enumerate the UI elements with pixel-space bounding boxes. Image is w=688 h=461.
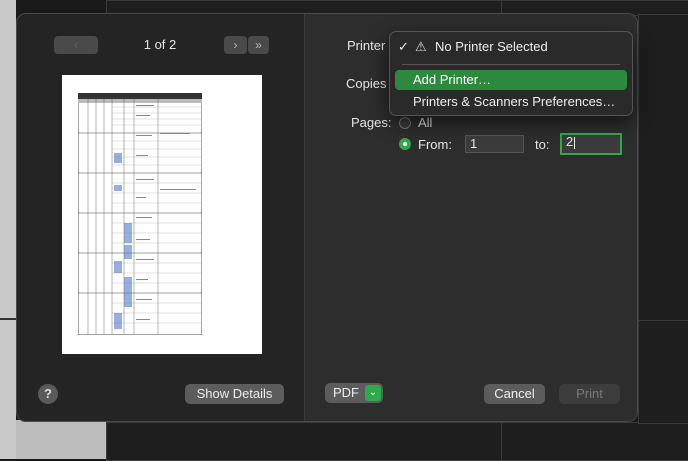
background-window — [501, 422, 688, 461]
page-to-input[interactable]: 2 — [560, 133, 622, 155]
menu-item-printers-preferences[interactable]: Printers & Scanners Preferences… — [395, 92, 627, 112]
background-window — [106, 422, 503, 461]
preview-pane: ‹ 1 of 2 › » ? Show Details — [17, 14, 305, 421]
printer-label: Printer — [347, 38, 386, 53]
page-indicator: 1 of 2 — [143, 37, 177, 52]
page-from-input[interactable]: 1 — [465, 135, 524, 153]
desktop-background-block — [16, 420, 106, 459]
page-preview — [62, 75, 262, 354]
last-page-button[interactable]: » — [248, 36, 269, 54]
desktop-divider — [0, 318, 16, 320]
menu-item-label: Add Printer… — [413, 72, 492, 87]
help-button[interactable]: ? — [38, 384, 58, 404]
pages-from-label: From: — [418, 137, 452, 152]
checkmark-icon: ✓ — [398, 39, 409, 54]
show-details-button[interactable]: Show Details — [185, 384, 284, 404]
menu-separator — [402, 64, 620, 65]
background-window — [638, 320, 688, 424]
next-page-button[interactable]: › — [224, 36, 247, 54]
menu-item-label: Printers & Scanners Preferences… — [413, 94, 616, 109]
menu-item-add-printer[interactable]: Add Printer… — [395, 70, 627, 90]
printer-dropdown-menu: ✓ ⚠ No Printer Selected Add Printer… Pri… — [389, 31, 633, 116]
document-thumbnail — [78, 93, 202, 335]
desktop-background-strip — [0, 0, 16, 459]
pages-from-radio[interactable] — [399, 138, 411, 150]
chevron-down-icon: ⌄ — [365, 385, 381, 401]
text-caret — [574, 136, 576, 149]
warning-icon: ⚠ — [415, 39, 427, 54]
menu-item-label: No Printer Selected — [435, 39, 548, 54]
page-to-value: 2 — [566, 134, 574, 149]
pdf-menu-button[interactable]: PDF ⌄ — [325, 383, 383, 403]
pages-all-radio[interactable] — [399, 117, 411, 129]
pages-all-label: All — [418, 115, 433, 130]
previous-page-button[interactable]: ‹ — [54, 36, 98, 54]
background-window — [638, 14, 688, 322]
menu-item-no-printer[interactable]: ✓ ⚠ No Printer Selected — [395, 37, 627, 57]
cancel-button[interactable]: Cancel — [484, 384, 545, 404]
pdf-label: PDF — [333, 385, 359, 400]
pages-label: Pages: — [351, 115, 392, 130]
pages-to-label: to: — [535, 137, 550, 152]
copies-label: Copies — [346, 76, 387, 91]
print-button[interactable]: Print — [559, 384, 620, 404]
